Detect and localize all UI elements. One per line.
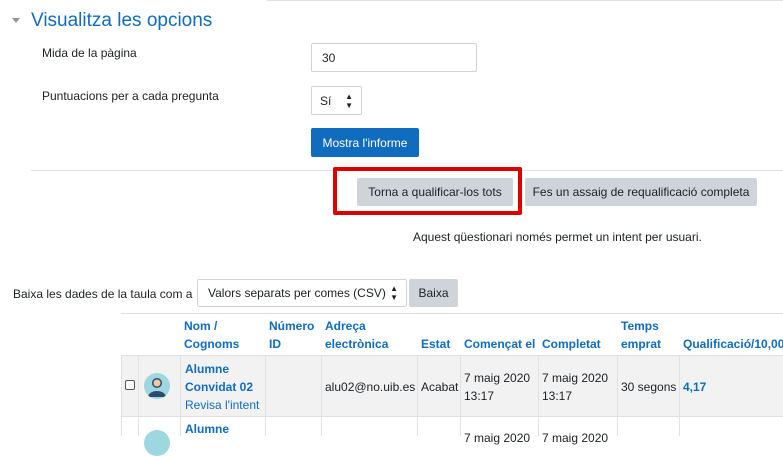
page-size-label: Mida de la pàgina [42,46,137,60]
dry-run-regrade-button[interactable]: Fes un assaig de requalificació completa [525,178,757,206]
header-id-number[interactable]: Número ID [269,317,314,353]
attempts-note: Aquest qüestionari només permet un inten… [413,230,702,244]
student-name-link[interactable]: Alumne [185,420,229,438]
completed-cell: 7 maig 2020 13:17 [542,369,608,405]
marks-select[interactable]: Sí ▲ ▼ [311,86,362,115]
column-border [460,355,461,436]
header-id-line2: ID [269,337,281,351]
time-taken-cell: 30 segons [621,380,677,394]
column-border [538,355,539,436]
student-name-line2: Convidat 02 [185,380,254,394]
header-email-line2: electrònica [325,337,389,351]
header-grade[interactable]: Qualificació/10,00 [683,335,783,353]
review-attempt-link[interactable]: Revisa l'intent [185,396,259,414]
marks-select-value: Sí [320,93,332,108]
table-top-border [121,313,783,314]
completed-date: 7 maig 2020 [542,371,609,385]
divider [267,0,783,1]
header-email-line1: Adreça [325,319,366,333]
column-border [617,355,618,436]
page-size-value: 30 [322,50,336,65]
download-format-value: Valors separats per comes (CSV) [208,286,386,300]
row-border [121,416,783,417]
header-email[interactable]: Adreça electrònica [325,317,388,353]
row-select-checkbox[interactable] [125,380,135,390]
user-icon [148,378,166,397]
download-format-select[interactable]: Valors separats per comes (CSV) ▲ ▼ [197,279,407,307]
column-border [180,355,181,436]
grade-link[interactable]: 4,17 [683,378,706,396]
started-date: 7 maig 2020 [464,431,531,445]
column-border [679,355,680,436]
user-avatar[interactable] [144,373,170,399]
column-border [417,355,418,436]
column-border [265,355,266,436]
regrade-all-button[interactable]: Torna a qualificar-los tots [357,178,513,206]
chevron-down-icon[interactable] [12,18,20,23]
header-name-line1: Nom / [184,319,218,333]
state-cell: Acabat [421,380,459,394]
row-border [121,355,783,356]
header-state[interactable]: Estat [421,335,450,353]
header-name[interactable]: Nom / Cognoms [184,317,239,353]
completed-date: 7 maig 2020 [542,431,609,445]
header-completed[interactable]: Completat [542,335,601,353]
select-caret-icon: ▲ ▼ [390,284,398,302]
download-label: Baixa les dades de la taula com a [13,287,193,301]
page-size-input[interactable]: 30 [311,43,477,72]
header-time-taken[interactable]: Temps emprat [621,317,661,353]
column-border [321,355,322,436]
marks-label: Puntuacions per a cada pregunta [42,89,219,103]
started-date: 7 maig 2020 [464,371,531,385]
completed-time: 13:17 [542,389,573,403]
select-caret-icon: ▲ ▼ [345,91,353,110]
section-title[interactable]: Visualitza les opcions [31,10,212,32]
column-border [121,355,122,436]
download-button[interactable]: Baixa [409,279,458,307]
header-time-line2: emprat [621,337,662,351]
header-name-line2: Cognoms [184,337,240,351]
student-name-link[interactable]: Alumne Convidat 02 [185,360,253,396]
header-started[interactable]: Començat el [464,335,535,353]
student-name-line1: Alumne [185,362,230,376]
header-id-line1: Número [269,319,315,333]
show-report-button[interactable]: Mostra l'informe [311,128,419,157]
started-cell: 7 maig 2020 13:17 [464,369,530,405]
user-avatar[interactable] [144,430,170,456]
email-cell: alu02@no.uib.es [325,380,416,394]
started-time: 13:17 [464,389,495,403]
header-time-line1: Temps [621,319,659,333]
column-border [138,355,139,436]
